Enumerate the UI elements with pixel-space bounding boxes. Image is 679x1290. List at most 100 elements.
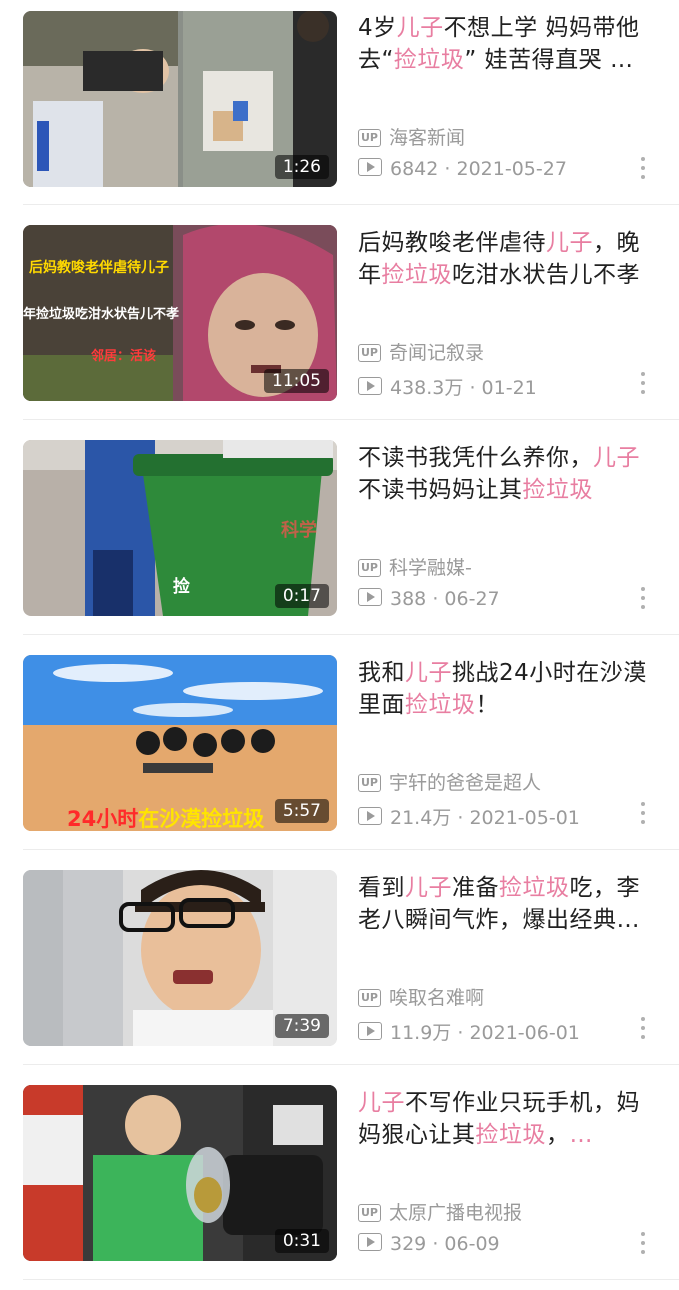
more-vertical-icon[interactable] [636, 1017, 650, 1043]
video-duration: 11:05 [264, 369, 329, 393]
video-item[interactable]: 后妈教唆老伴虐待儿子 年捡垃圾吃泔水状告儿不孝 邻居：活该 11:05 后妈教唆… [0, 215, 679, 430]
more-vertical-icon[interactable] [636, 372, 650, 398]
up-badge-icon: UP [358, 559, 381, 577]
divider [23, 204, 679, 205]
play-count-icon [358, 807, 382, 825]
thumbnail-caption-red: 24小时 [67, 807, 139, 831]
up-badge-icon: UP [358, 129, 381, 147]
thumbnail-watermark: 科学 [281, 520, 317, 541]
video-date: 06-27 [444, 588, 500, 610]
video-title[interactable]: 后妈教唆老伴虐待儿子，晚年捡垃圾吃泔水状告儿不孝 [358, 227, 656, 291]
title-keyword-highlight: 儿子 [396, 15, 444, 41]
video-date: 2021-06-01 [469, 1022, 580, 1044]
video-author-row[interactable]: UP 太原广播电视报 [358, 1198, 522, 1225]
thumbnail-caption: 捡 [173, 577, 190, 597]
video-views: 11.9万 [390, 1022, 452, 1044]
video-author-row[interactable]: UP 海客新闻 [358, 123, 465, 150]
title-text: 准备 [452, 875, 499, 901]
title-text: 4岁 [358, 15, 397, 41]
video-thumbnail[interactable]: 7:39 [23, 870, 337, 1046]
title-keyword-highlight: 捡垃圾 [405, 692, 476, 718]
divider [23, 419, 679, 420]
title-keyword-highlight: 儿子 [405, 660, 452, 686]
thumbnail-caption-yellow: 在沙漠捡垃圾 [138, 807, 265, 831]
video-author[interactable]: 奇闻记叙录 [389, 342, 484, 364]
title-keyword-highlight: … [569, 1122, 593, 1148]
video-item[interactable]: 0:31 儿子不写作业只玩手机，妈妈狠心让其捡垃圾，… UP 太原广播电视报 32… [0, 1075, 679, 1290]
title-text: 吃泔水状告儿不孝 [452, 262, 640, 288]
video-author[interactable]: 唉取名难啊 [389, 987, 484, 1009]
more-vertical-icon[interactable] [636, 1232, 650, 1258]
title-text: ， [546, 1122, 570, 1148]
dot-separator: · [444, 158, 451, 180]
play-count-icon [358, 377, 382, 395]
video-author-row[interactable]: UP 奇闻记叙录 [358, 338, 484, 365]
more-vertical-icon[interactable] [636, 802, 650, 828]
dot-separator: · [432, 1233, 439, 1255]
dot-separator: · [457, 807, 464, 829]
video-author[interactable]: 宇轩的爸爸是超人 [389, 772, 541, 794]
play-count-icon [358, 158, 382, 176]
title-text: 不读书妈妈让其 [358, 477, 523, 503]
title-keyword-highlight: 捡垃圾 [381, 262, 452, 288]
title-keyword-highlight: 捡垃圾 [522, 477, 593, 503]
more-vertical-icon[interactable] [636, 587, 650, 613]
title-text: 不读书我凭什么养你， [358, 445, 593, 471]
video-views: 329 [390, 1233, 427, 1255]
title-keyword-highlight: 儿子 [405, 875, 452, 901]
video-author-row[interactable]: UP 宇轩的爸爸是超人 [358, 768, 541, 795]
play-count-icon [358, 1233, 382, 1251]
title-keyword-highlight: 儿子 [358, 1090, 405, 1116]
video-item[interactable]: 7:39 看到儿子准备捡垃圾吃，李老八瞬间气炸，爆出经典名言 UP 唉取名难啊 1… [0, 860, 679, 1075]
video-title[interactable]: 我和儿子挑战24小时在沙漠里面捡垃圾！ [358, 657, 656, 721]
divider [23, 849, 679, 850]
video-thumbnail[interactable]: 捡 科学 0:17 [23, 440, 337, 616]
thumbnail-caption: 24小时在沙漠捡垃圾 [67, 803, 264, 831]
video-thumbnail[interactable]: 后妈教唆老伴虐待儿子 年捡垃圾吃泔水状告儿不孝 邻居：活该 11:05 [23, 225, 337, 401]
more-vertical-icon[interactable] [636, 157, 650, 183]
video-views: 21.4万 [390, 807, 452, 829]
title-keyword-highlight: 儿子 [546, 230, 593, 256]
video-thumbnail[interactable]: 24小时在沙漠捡垃圾 5:57 [23, 655, 337, 831]
play-count-icon [358, 588, 382, 606]
video-stats-row: 6842 · 2021-05-27 [358, 158, 567, 180]
play-count-icon [358, 1022, 382, 1040]
video-duration: 5:57 [274, 799, 329, 823]
video-date: 06-09 [444, 1233, 500, 1255]
video-thumbnail[interactable]: 1:26 [23, 11, 337, 187]
video-stats-row: 438.3万 · 01-21 [358, 373, 537, 400]
video-author[interactable]: 太原广播电视报 [389, 1202, 522, 1224]
dot-separator: · [469, 377, 476, 399]
video-author[interactable]: 海客新闻 [389, 127, 465, 149]
video-duration: 0:17 [274, 584, 329, 608]
video-date: 2021-05-27 [456, 158, 567, 180]
title-keyword-highlight: 捡垃圾 [393, 47, 465, 73]
video-author-row[interactable]: UP 科学融媒- [358, 553, 472, 580]
title-keyword-highlight: 捡垃圾 [499, 875, 570, 901]
up-badge-icon: UP [358, 989, 381, 1007]
video-title[interactable]: 儿子不写作业只玩手机，妈妈狠心让其捡垃圾，… [358, 1087, 656, 1151]
divider [23, 1064, 679, 1065]
title-text: ！ [475, 692, 499, 718]
video-thumbnail[interactable]: 0:31 [23, 1085, 337, 1261]
video-title[interactable]: 看到儿子准备捡垃圾吃，李老八瞬间气炸，爆出经典名言 [358, 872, 656, 936]
video-duration: 7:39 [274, 1014, 329, 1038]
video-item[interactable]: 1:26 4岁儿子不想上学 妈妈带他去“捡垃圾” 娃苦得直哭 以后不敢了 UP 海… [0, 0, 679, 215]
video-date: 01-21 [481, 377, 537, 399]
thumbnail-caption: 后妈教唆老伴虐待儿子 [29, 260, 169, 276]
video-title[interactable]: 4岁儿子不想上学 妈妈带他去“捡垃圾” 娃苦得直哭 以后不敢了 [358, 12, 656, 76]
up-badge-icon: UP [358, 774, 381, 792]
video-stats-row: 388 · 06-27 [358, 588, 500, 610]
video-item[interactable]: 24小时在沙漠捡垃圾 5:57 我和儿子挑战24小时在沙漠里面捡垃圾！ UP 宇轩… [0, 645, 679, 860]
video-title[interactable]: 不读书我凭什么养你，儿子不读书妈妈让其捡垃圾 [358, 442, 656, 506]
title-text: 后妈教唆老伴虐待 [358, 230, 546, 256]
video-views: 438.3万 [390, 377, 464, 399]
video-duration: 1:26 [274, 155, 329, 179]
title-text: 我和 [358, 660, 405, 686]
dot-separator: · [457, 1022, 464, 1044]
video-author[interactable]: 科学融媒- [389, 557, 472, 579]
video-views: 6842 [390, 158, 439, 180]
video-item[interactable]: 捡 科学 0:17 不读书我凭什么养你，儿子不读书妈妈让其捡垃圾 UP 科学融媒-… [0, 430, 679, 645]
video-author-row[interactable]: UP 唉取名难啊 [358, 983, 484, 1010]
title-text: 看到 [358, 875, 405, 901]
